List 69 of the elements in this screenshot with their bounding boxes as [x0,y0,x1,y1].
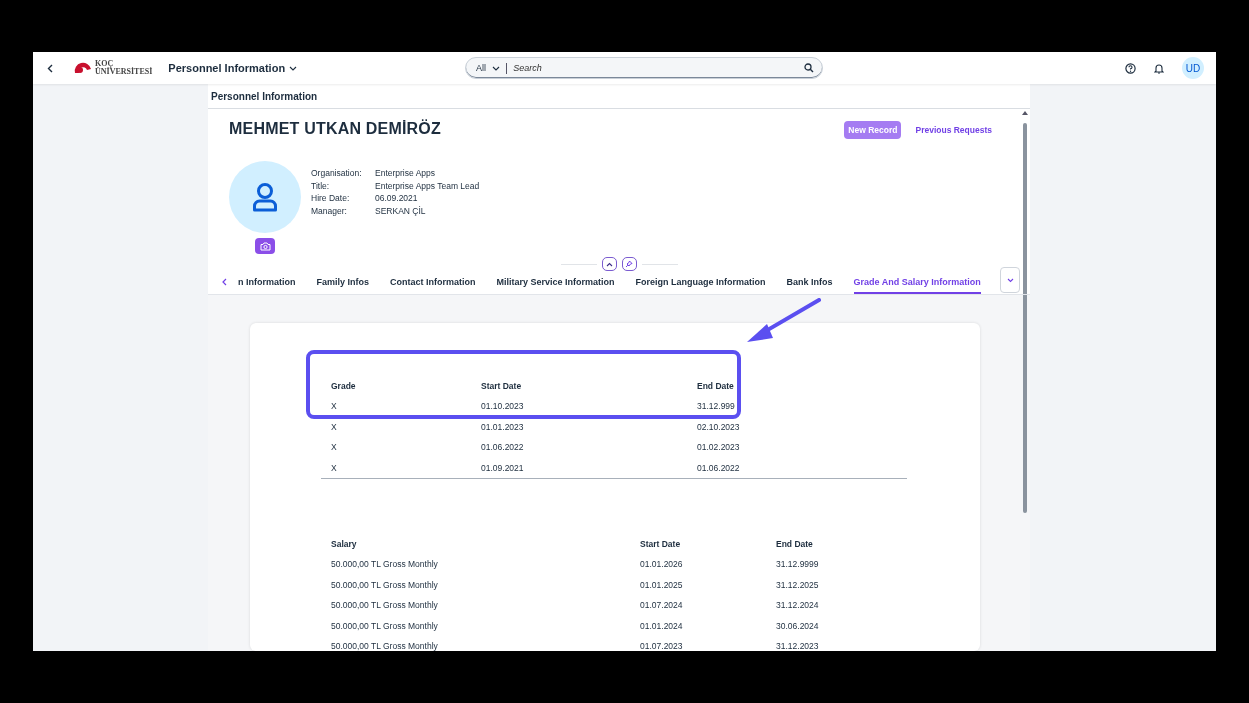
table-cell-text: 01.06.2022 [480,441,525,454]
field-label: Manager: [311,205,348,216]
tab[interactable]: n Information [238,272,296,294]
table-cell-text: 50.000,00 TL Gross Monthly [330,619,439,633]
column-header: Grade [330,380,357,393]
table-cell-text: 31.12.999 [696,400,736,413]
table-cell-text: X [330,441,338,454]
table-cell-text: X [330,420,338,434]
column-header: End Date [696,380,735,393]
field-value: Enterprise Apps [375,168,436,179]
logo-text: KOÇ ÜNİVERSİTESİ [95,60,153,76]
page-title: Personnel Information [211,90,318,102]
table-cell-text: 31.12.2025 [775,578,820,592]
field-value: 06.09.2021 [375,193,419,204]
tab[interactable]: Foreign Language Information [635,272,766,294]
table-cell-text: 01.02.2023 [696,441,741,454]
field-value: Enterprise Apps Team Lead [375,180,480,191]
table-cell-text: 50.000,00 TL Gross Monthly [330,578,439,592]
camera-button[interactable] [255,238,275,254]
tab[interactable]: Contact Information [390,272,476,294]
table-cell-text: X [330,400,338,413]
column-header: Start Date [480,380,523,393]
chevron-up-icon [605,261,613,267]
column-header: Start Date [639,538,682,551]
table-cell-text: 02.10.2023 [696,420,741,434]
table-cell-text: 01.09.2021 [480,461,525,475]
caret-icon [492,65,501,71]
pin-button[interactable] [621,257,637,271]
table-cell-text: 50.000,00 TL Gross Monthly [330,558,439,571]
table-cell-text: 01.07.2024 [639,599,684,612]
table-cell-text: 01.01.2025 [639,578,684,592]
search-icon[interactable] [804,63,815,73]
help-icon[interactable] [1125,62,1136,74]
table-cell-text: 01.06.2022 [696,461,741,475]
field-label: Organisation: [311,168,363,179]
person-icon [252,182,278,212]
bell-icon[interactable] [1154,62,1164,74]
table-cell-text: 50.000,00 TL Gross Monthly [330,640,439,651]
user-avatar[interactable]: UD [1182,57,1204,79]
camera-icon [259,241,271,251]
table-cell-text: 01.01.2026 [639,558,684,571]
table-cell-text: 01.10.2023 [480,400,525,413]
table-cell-text: 01.07.2023 [639,640,684,651]
table-cell-text: X [330,461,338,475]
field-label: Title: [311,180,331,191]
tab[interactable]: Family Infos [316,272,369,294]
search-field[interactable]: All Search [465,57,824,79]
caret-icon [289,65,298,71]
column-header: End Date [775,538,814,551]
column-header: Salary [330,538,358,551]
field-label: Hire Date: [311,193,351,204]
scope-select[interactable]: All [474,63,501,73]
table-cell-text: 01.01.2024 [639,619,684,633]
employee-name: MEHMET UTKAN DEMİRÖZ [229,120,441,138]
logo-icon [73,61,93,75]
table-cell-text: 31.12.9999 [775,558,820,571]
field-value: SERKAN ÇİL [375,205,427,216]
chevron-down-icon [1006,277,1014,283]
app-title-menu[interactable]: Personnel Information [168,62,298,74]
table-cell-text: 01.01.2023 [480,420,525,434]
table-cell-text: 30.06.2024 [775,619,820,633]
table-cell-text: 31.12.2023 [775,640,820,651]
tab[interactable]: Bank Infos [786,272,833,294]
tab[interactable]: Military Service Information [496,272,615,294]
pin-icon [625,260,633,268]
table-cell-text: 31.12.2024 [775,599,820,612]
table-cell-text: 50.000,00 TL Gross Monthly [330,599,439,612]
previous-requests-link[interactable]: Previous Requests [911,121,996,139]
collapse-button[interactable] [601,257,617,271]
